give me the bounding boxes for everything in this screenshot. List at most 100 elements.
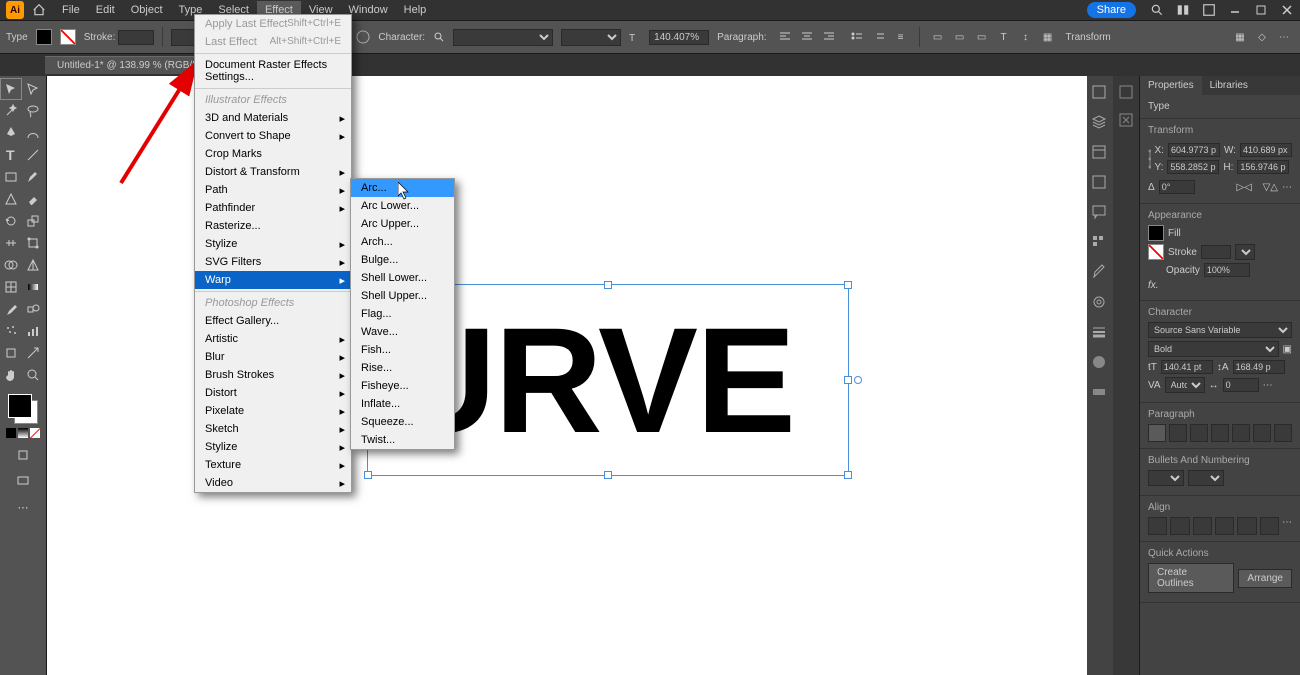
edit-toolbar-icon[interactable]: ⋯ [12, 496, 34, 518]
handle-br[interactable] [844, 471, 852, 479]
ps-effect-texture[interactable]: Texture▸ [195, 456, 351, 474]
direct-selection-tool[interactable] [22, 78, 44, 100]
menu-help[interactable]: Help [396, 1, 435, 19]
stroke-weight-p[interactable] [1201, 245, 1231, 259]
home-icon[interactable] [30, 1, 48, 19]
align-left-icon[interactable] [775, 27, 795, 47]
scale-tool[interactable] [22, 210, 44, 232]
font-size-p[interactable] [1161, 360, 1213, 374]
none-mode-icon[interactable] [30, 428, 40, 438]
area-type-icon[interactable]: ▭ [950, 27, 970, 47]
create-outlines-button[interactable]: Create Outlines [1148, 563, 1234, 593]
tab-properties[interactable]: Properties [1140, 76, 1202, 95]
warp-squeeze-[interactable]: Squeeze... [351, 413, 454, 431]
stroke-weight-dd[interactable] [1235, 244, 1255, 260]
history-panel-icon[interactable] [1118, 112, 1134, 128]
screen-mode-icon[interactable] [12, 470, 34, 492]
touch-type-icon[interactable]: T [994, 27, 1014, 47]
ps-effect-artistic[interactable]: Artistic▸ [195, 330, 351, 348]
slice-tool[interactable] [22, 342, 44, 364]
layers-panel-icon[interactable] [1091, 114, 1109, 132]
bullets-icon[interactable] [847, 27, 867, 47]
effect-svg-filters[interactable]: SVG Filters▸ [195, 253, 351, 271]
glyphs-icon[interactable]: ▦ [1038, 27, 1058, 47]
search-icon[interactable] [1148, 1, 1166, 19]
gradient-panel-icon[interactable] [1091, 384, 1109, 402]
graph-tool[interactable] [22, 320, 44, 342]
warp-inflate-[interactable]: Inflate... [351, 395, 454, 413]
asset-export-icon[interactable] [1091, 174, 1109, 192]
stroke-swatch[interactable] [60, 29, 76, 45]
ps-effect-stylize[interactable]: Stylize▸ [195, 438, 351, 456]
flip-v-icon[interactable]: ▽△ [1263, 182, 1278, 193]
color-mode-icon[interactable] [6, 428, 16, 438]
snap-point-icon[interactable]: ◇ [1252, 27, 1272, 47]
comments-panel-icon[interactable] [1091, 204, 1109, 222]
char-more-icon[interactable]: ⋯ [1263, 380, 1273, 391]
numbers-icon[interactable] [869, 27, 889, 47]
handle-out[interactable] [854, 376, 862, 384]
fill-color-swatch[interactable] [1148, 225, 1164, 241]
menu-object[interactable]: Object [123, 1, 171, 19]
arrange-button[interactable]: Arrange [1238, 569, 1292, 588]
zoom-tool[interactable] [22, 364, 44, 386]
symbols-panel-icon[interactable] [1091, 294, 1109, 312]
warp-twist-[interactable]: Twist... [351, 431, 454, 449]
handle-bc[interactable] [604, 471, 612, 479]
curvature-tool[interactable] [22, 122, 44, 144]
fx-label[interactable]: fx. [1148, 280, 1159, 291]
p-align-center[interactable] [1169, 424, 1187, 442]
blend-tool[interactable] [22, 298, 44, 320]
p-justify-all[interactable] [1274, 424, 1292, 442]
p-justify-center[interactable] [1232, 424, 1250, 442]
brushes-panel-icon[interactable] [1091, 264, 1109, 282]
more-options-icon[interactable]: ⋯ [1282, 182, 1292, 193]
path-type-icon[interactable]: ▭ [972, 27, 992, 47]
handle-tc[interactable] [604, 281, 612, 289]
warp-text-icon[interactable]: ▭ [928, 27, 948, 47]
fill-swatch[interactable] [36, 29, 52, 45]
w-input[interactable] [1240, 143, 1292, 157]
font-weight-select[interactable]: Bold [561, 29, 621, 46]
width-tool[interactable] [0, 232, 22, 254]
handle-bl[interactable] [364, 471, 372, 479]
p-justify-left[interactable] [1211, 424, 1229, 442]
angle-input[interactable] [1159, 180, 1195, 194]
shaper-tool[interactable] [0, 188, 22, 210]
minimize-icon[interactable] [1226, 1, 1244, 19]
warp-fish-[interactable]: Fish... [351, 341, 454, 359]
align-h-center[interactable] [1170, 517, 1189, 535]
y-input[interactable] [1167, 160, 1219, 174]
selection-tool[interactable] [0, 78, 22, 100]
stroke-color-swatch[interactable] [1148, 244, 1164, 260]
doc-raster-settings[interactable]: Document Raster Effects Settings... [195, 56, 351, 86]
magic-wand-tool[interactable] [0, 100, 22, 122]
bullets-select[interactable] [1148, 470, 1184, 486]
artboard-tool[interactable] [0, 342, 22, 364]
flip-h-icon[interactable]: ▷◁ [1236, 182, 1251, 193]
effect-distort-transform[interactable]: Distort & Transform▸ [195, 163, 351, 181]
task-icon[interactable]: ≡ [891, 27, 911, 47]
align-v-middle[interactable] [1237, 517, 1256, 535]
x-input[interactable] [1168, 143, 1220, 157]
pen-tool[interactable] [0, 122, 22, 144]
vertical-type-icon[interactable]: ↕ [1016, 27, 1036, 47]
align-center-icon[interactable] [797, 27, 817, 47]
ps-effect-pixelate[interactable]: Pixelate▸ [195, 402, 351, 420]
handle-mr[interactable] [844, 376, 852, 384]
perspective-tool[interactable] [22, 254, 44, 276]
align-h-left[interactable] [1148, 517, 1167, 535]
ps-effect-distort[interactable]: Distort▸ [195, 384, 351, 402]
stroke-panel-icon[interactable] [1091, 324, 1109, 342]
gradient-tool[interactable] [22, 276, 44, 298]
lasso-tool[interactable] [22, 100, 44, 122]
h-input[interactable] [1237, 160, 1289, 174]
cc-libraries-icon[interactable] [1118, 84, 1134, 100]
stroke-weight-input[interactable] [118, 30, 154, 45]
effect-warp[interactable]: Warp▸ [195, 271, 351, 289]
font-family-p[interactable]: Source Sans Variable [1148, 322, 1292, 338]
vf-icon[interactable]: ▣ [1283, 344, 1292, 355]
align-v-top[interactable] [1215, 517, 1234, 535]
shape-builder-tool[interactable] [0, 254, 22, 276]
snap-pixel-icon[interactable]: ▦ [1230, 27, 1250, 47]
